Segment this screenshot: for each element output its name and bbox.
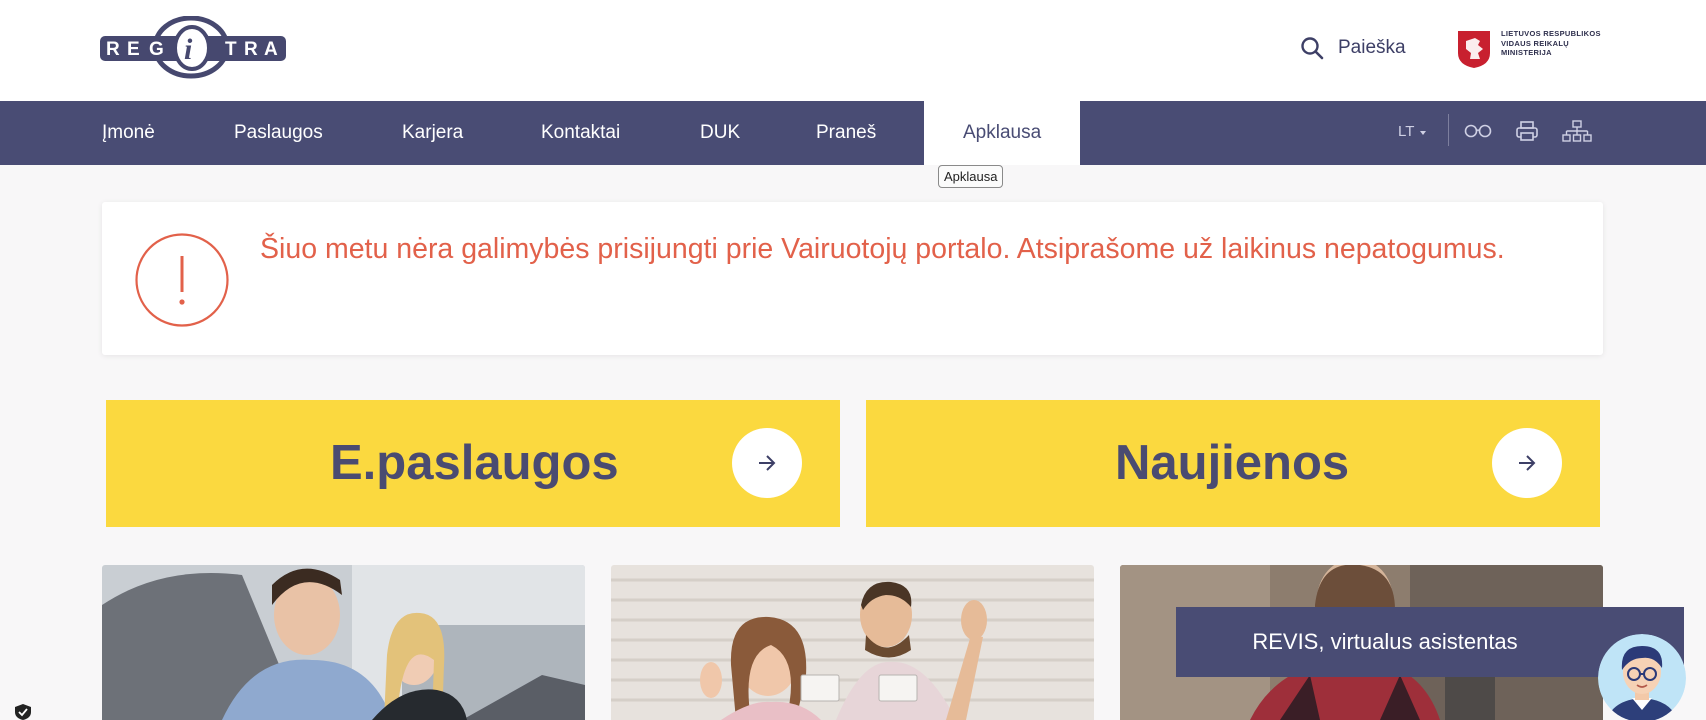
shield-check-icon bbox=[15, 704, 31, 720]
logo-letter: i bbox=[184, 33, 193, 66]
caret-down-icon bbox=[1420, 130, 1427, 135]
virtual-assistant-label: REVIS, virtualus asistentas bbox=[1252, 629, 1518, 654]
e-services-arrow-button[interactable] bbox=[732, 428, 802, 498]
driving-lesson-photo bbox=[102, 565, 585, 720]
search-icon bbox=[1301, 37, 1324, 60]
nav-item-kontaktai[interactable]: Kontaktai bbox=[541, 101, 620, 165]
logo-letter: E bbox=[127, 39, 140, 60]
service-alert: Šiuo metu nėra galimybės prisijungti pri… bbox=[102, 202, 1603, 355]
search-label: Paieška bbox=[1338, 37, 1406, 58]
news-title: Naujienos bbox=[1115, 436, 1350, 490]
assistant-avatar-icon bbox=[1598, 634, 1686, 720]
logo-letter: A bbox=[264, 39, 278, 60]
language-selector[interactable]: LT bbox=[1398, 123, 1427, 140]
alert-message: Šiuo metu nėra galimybės prisijungti pri… bbox=[260, 233, 1505, 265]
nav-item-paslaugos[interactable]: Paslaugos bbox=[234, 101, 323, 165]
print-button[interactable] bbox=[1515, 119, 1539, 148]
logo-letter: R bbox=[244, 39, 258, 60]
virtual-assistant-avatar[interactable] bbox=[1598, 634, 1686, 720]
nav-item-duk[interactable]: DUK bbox=[700, 101, 740, 165]
language-label: LT bbox=[1398, 123, 1415, 140]
logo-letter: G bbox=[149, 39, 164, 60]
photo-card-driving[interactable] bbox=[102, 565, 585, 720]
nav-item-imone[interactable]: Įmonė bbox=[102, 101, 155, 165]
glasses-icon bbox=[1464, 124, 1492, 138]
nav-item-apklausa[interactable]: Apklausa bbox=[924, 101, 1081, 165]
e-services-title: E.paslaugos bbox=[330, 436, 619, 490]
arrow-right-icon bbox=[1519, 455, 1536, 471]
regitra-logo[interactable]: R E G T R A i bbox=[100, 15, 286, 80]
search-button[interactable]: Paieška bbox=[1300, 36, 1406, 60]
coat-of-arms-icon bbox=[1458, 31, 1490, 68]
nav-tooltip: Apklausa bbox=[938, 165, 1004, 188]
regitra-logo-graphic: R E G T R A i bbox=[100, 15, 286, 79]
privacy-shield-button[interactable] bbox=[13, 703, 33, 720]
arrow-right-icon bbox=[759, 455, 776, 471]
printer-icon bbox=[1516, 121, 1538, 141]
logo-letter: T bbox=[225, 39, 237, 60]
accessibility-glasses-button[interactable] bbox=[1463, 119, 1493, 148]
license-holders-photo bbox=[611, 565, 1094, 720]
toolbar-divider bbox=[1448, 114, 1449, 146]
e-services-banner[interactable]: E.paslaugos bbox=[106, 400, 840, 527]
news-arrow-button[interactable] bbox=[1492, 428, 1562, 498]
main-navigation: Įmonė Paslaugos Karjera Kontaktai DUK Pr… bbox=[0, 101, 1706, 165]
nav-item-karjera[interactable]: Karjera bbox=[402, 101, 463, 165]
sitemap-icon bbox=[1562, 120, 1592, 142]
site-header: R E G T R A i Paieška LIETUVOS RESPUBLIK… bbox=[0, 0, 1706, 101]
warning-icon bbox=[135, 233, 229, 327]
news-banner[interactable]: Naujienos bbox=[866, 400, 1600, 527]
sitemap-button[interactable] bbox=[1562, 119, 1592, 148]
logo-letter: R bbox=[106, 39, 120, 60]
photo-card-license[interactable] bbox=[611, 565, 1094, 720]
ministry-name: LIETUVOS RESPUBLIKOS VIDAUS REIKALŲ MINI… bbox=[1501, 29, 1601, 57]
nav-item-panesk[interactable]: Praneš bbox=[816, 101, 876, 165]
ministry-logo[interactable]: LIETUVOS RESPUBLIKOS VIDAUS REIKALŲ MINI… bbox=[1456, 29, 1611, 69]
